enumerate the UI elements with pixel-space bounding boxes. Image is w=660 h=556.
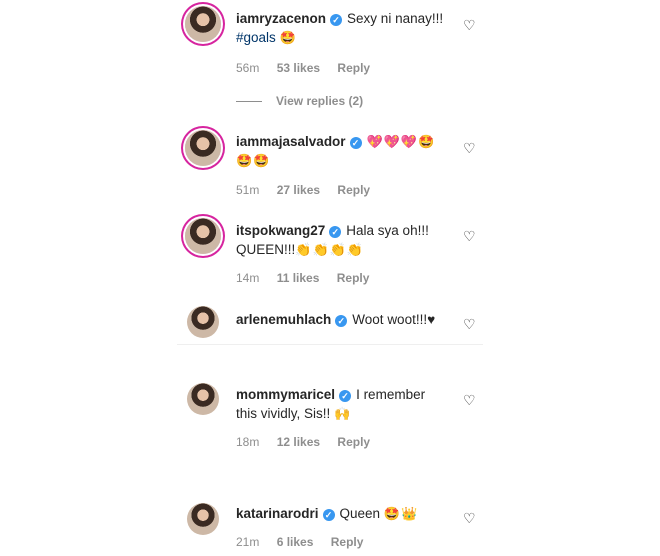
reply-button[interactable]: Reply [337,435,370,449]
comment-text: this vividly, Sis!! [236,406,331,421]
like-heart-icon[interactable]: ♡ [463,18,476,32]
comment-time: 56m [236,61,260,75]
emoji: 🤩🤩 [236,153,271,168]
like-heart-icon[interactable]: ♡ [463,511,476,525]
comment-body: mommymaricel ✓ I remember this vividly, Si… [236,385,456,423]
verified-badge-icon: ✓ [339,390,352,402]
comment-body: iamryzacenon ✓ Sexy ni nanay!!! #goals 🤩 [236,9,456,47]
verified-badge-icon: ✓ [349,137,362,149]
reply-button[interactable]: Reply [337,271,370,285]
username[interactable]: iamryzacenon [236,11,326,26]
comment-time: 14m [236,271,260,285]
comment-text: Hala sya oh!!! [346,223,429,238]
comment-meta: 21m 6 likes Reply [236,535,377,549]
username[interactable]: mommymaricel [236,387,335,402]
comment-body: arlenemuhlach ✓ Woot woot!!!♥ [236,310,456,329]
comment-meta: 51m 27 likes Reply [236,183,384,197]
avatar[interactable] [185,218,221,254]
like-heart-icon[interactable]: ♡ [463,229,476,243]
like-heart-icon[interactable]: ♡ [463,141,476,155]
comment-text: Woot woot!!!♥ [352,312,436,327]
avatar[interactable] [185,6,221,42]
username[interactable]: itspokwang27 [236,223,325,238]
hashtag-link[interactable]: #goals [236,30,276,45]
divider [177,344,483,345]
view-replies-button[interactable]: View replies (2) [236,94,363,108]
likes-count[interactable]: 11 likes [277,271,320,285]
likes-count[interactable]: 53 likes [277,61,320,75]
avatar[interactable] [187,503,219,535]
likes-count[interactable]: 12 likes [277,435,320,449]
comment-body: itspokwang27 ✓ Hala sya oh!!! QUEEN!!!👏👏👏👏 [236,221,456,259]
emoji: 👏👏👏👏 [295,242,365,257]
avatar[interactable] [187,306,219,338]
verified-badge-icon: ✓ [330,14,343,26]
comment-time: 18m [236,435,260,449]
emoji: 🤩 [279,30,297,45]
comment-time: 51m [236,183,260,197]
verified-badge-icon: ✓ [329,226,342,238]
comment-text: I remember [356,387,426,402]
reply-button[interactable]: Reply [331,535,364,549]
likes-count[interactable]: 6 likes [277,535,314,549]
comment-meta: 56m 53 likes Reply [236,61,384,75]
reply-button[interactable]: Reply [337,61,370,75]
comment-text: QUEEN!!! [236,242,296,257]
username[interactable]: katarinarodri [236,506,319,521]
view-replies-label: View replies (2) [276,94,364,108]
reply-button[interactable]: Reply [337,183,370,197]
emoji: 🙌 [334,406,352,421]
comment-text: Sexy ni nanay!!! [347,11,444,26]
avatar[interactable] [185,130,221,166]
like-heart-icon[interactable]: ♡ [463,317,476,331]
avatar[interactable] [187,383,219,415]
comment-text: Queen [339,506,381,521]
username[interactable]: arlenemuhlach [236,312,331,327]
like-heart-icon[interactable]: ♡ [463,393,476,407]
emoji: 💖💖💖🤩 [366,134,436,149]
username[interactable]: iammajasalvador [236,134,346,149]
thread-line [236,101,262,103]
emoji: 🤩👑 [383,506,419,521]
verified-badge-icon: ✓ [322,509,335,521]
likes-count[interactable]: 27 likes [277,183,320,197]
comment-meta: 18m 12 likes Reply [236,435,384,449]
comment-time: 21m [236,535,260,549]
comment-body: iammajasalvador ✓ 💖💖💖🤩 🤩🤩 [236,132,456,170]
comment-body: katarinarodri ✓ Queen 🤩👑 [236,504,456,523]
comment-meta: 14m 11 likes Reply [236,271,383,285]
verified-badge-icon: ✓ [335,315,348,327]
